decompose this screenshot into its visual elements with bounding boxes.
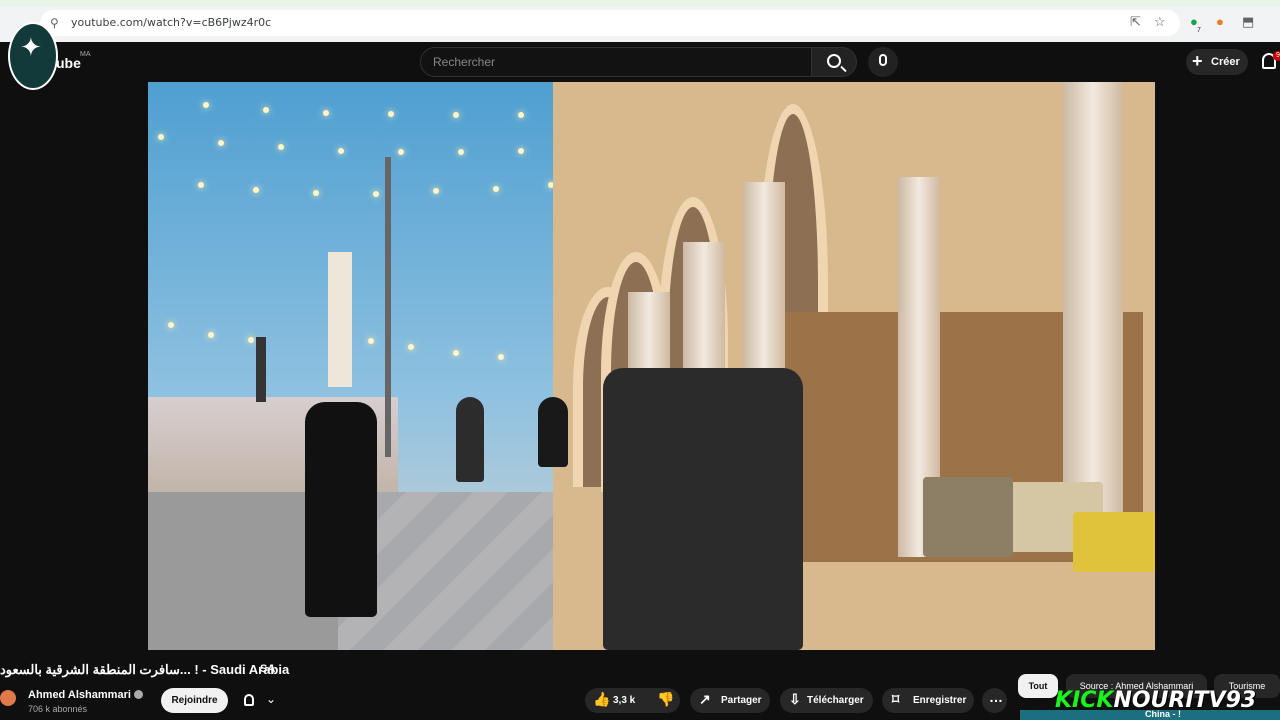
extension-icon[interactable]: ● [1216,15,1224,29]
download-label: Télécharger [807,695,864,706]
streamer-name: NOURITV93 [1113,688,1257,713]
more-icon: … [989,689,1003,705]
bookmark-star-icon[interactable]: ☆ [1154,15,1166,29]
video-title: سافرت المنطقة الشرقية بالسعود... ! - Sau… [0,662,290,677]
voice-search-button[interactable] [868,47,898,77]
search-button[interactable] [811,47,857,77]
bookmark-icon: ⌑ [892,691,900,707]
channel-logo: ✦ [8,22,58,90]
chevron-down-icon: ⌄ [266,692,277,706]
url-text[interactable]: youtube.com/watch?v=cB6Pjwz4r0c [71,16,271,29]
search-icon [827,54,841,68]
download-button[interactable]: ⇩ Télécharger [780,688,873,713]
kick-logo-text: KICK [1055,688,1114,713]
thumbs-down-icon[interactable]: 👎 [657,692,674,706]
light-column [328,252,352,387]
traffic-light [256,337,266,402]
save-button[interactable]: ⌑ Enregistrer [882,688,974,713]
pedestrian [305,402,377,617]
address-bar[interactable]: ⚲ youtube.com/watch?v=cB6Pjwz4r0c [40,10,1180,36]
join-button[interactable]: Rejoindre [161,688,228,713]
like-count[interactable]: 3,3 k [613,695,635,706]
eagle-icon: ✦ [20,32,42,62]
like-dislike-group: 👍 3,3 k 👎 [585,688,680,713]
more-actions-button[interactable]: … [982,688,1007,713]
video-player[interactable] [148,82,1155,650]
search-placeholder: Rechercher [433,55,496,69]
avatar[interactable] [0,690,16,706]
notification-badge: 9 [1273,51,1280,61]
verified-icon [134,690,143,699]
browser-tab-strip [0,0,1280,7]
pedestrian [538,397,568,467]
browser-toolbar: ⚲ youtube.com/watch?v=cB6Pjwz4r0c ⇱ ☆ ● … [0,0,1280,42]
thumbs-up-icon[interactable]: 👍 [593,692,610,706]
site-info-icon[interactable]: ⚲ [50,16,59,30]
create-button[interactable]: + Créer [1186,49,1248,75]
extension-count: 7 [1197,27,1201,34]
street-lamp [385,157,391,457]
youtube-logo-text[interactable]: ube [56,55,81,71]
pedestrian [456,397,484,482]
share-button[interactable]: ↗ Partager [690,688,770,713]
install-icon[interactable]: ⇱ [1130,15,1141,29]
country-tag: SA [260,663,276,675]
notification-settings-button[interactable]: ⌄ [238,688,286,713]
chip-all[interactable]: Tout [1018,674,1058,698]
download-icon: ⇩ [789,691,801,707]
search-input[interactable]: Rechercher [420,47,812,77]
pedestrian [603,368,803,650]
share-label: Partager [721,695,762,706]
youtube-country-code: MA [80,51,91,58]
bell-icon [244,694,254,706]
microphone-icon [879,54,887,66]
channel-name[interactable]: Ahmed Alshammari [28,689,131,701]
save-label: Enregistrer [913,695,967,706]
plus-icon: + [1192,51,1203,71]
recommended-video-title[interactable]: China - ! [1145,709,1181,719]
share-icon: ↗ [699,691,711,707]
extensions-puzzle-icon[interactable]: ⬒ [1242,15,1254,29]
subscriber-count: 706 k abonnés [28,704,88,714]
create-label: Créer [1211,56,1240,68]
